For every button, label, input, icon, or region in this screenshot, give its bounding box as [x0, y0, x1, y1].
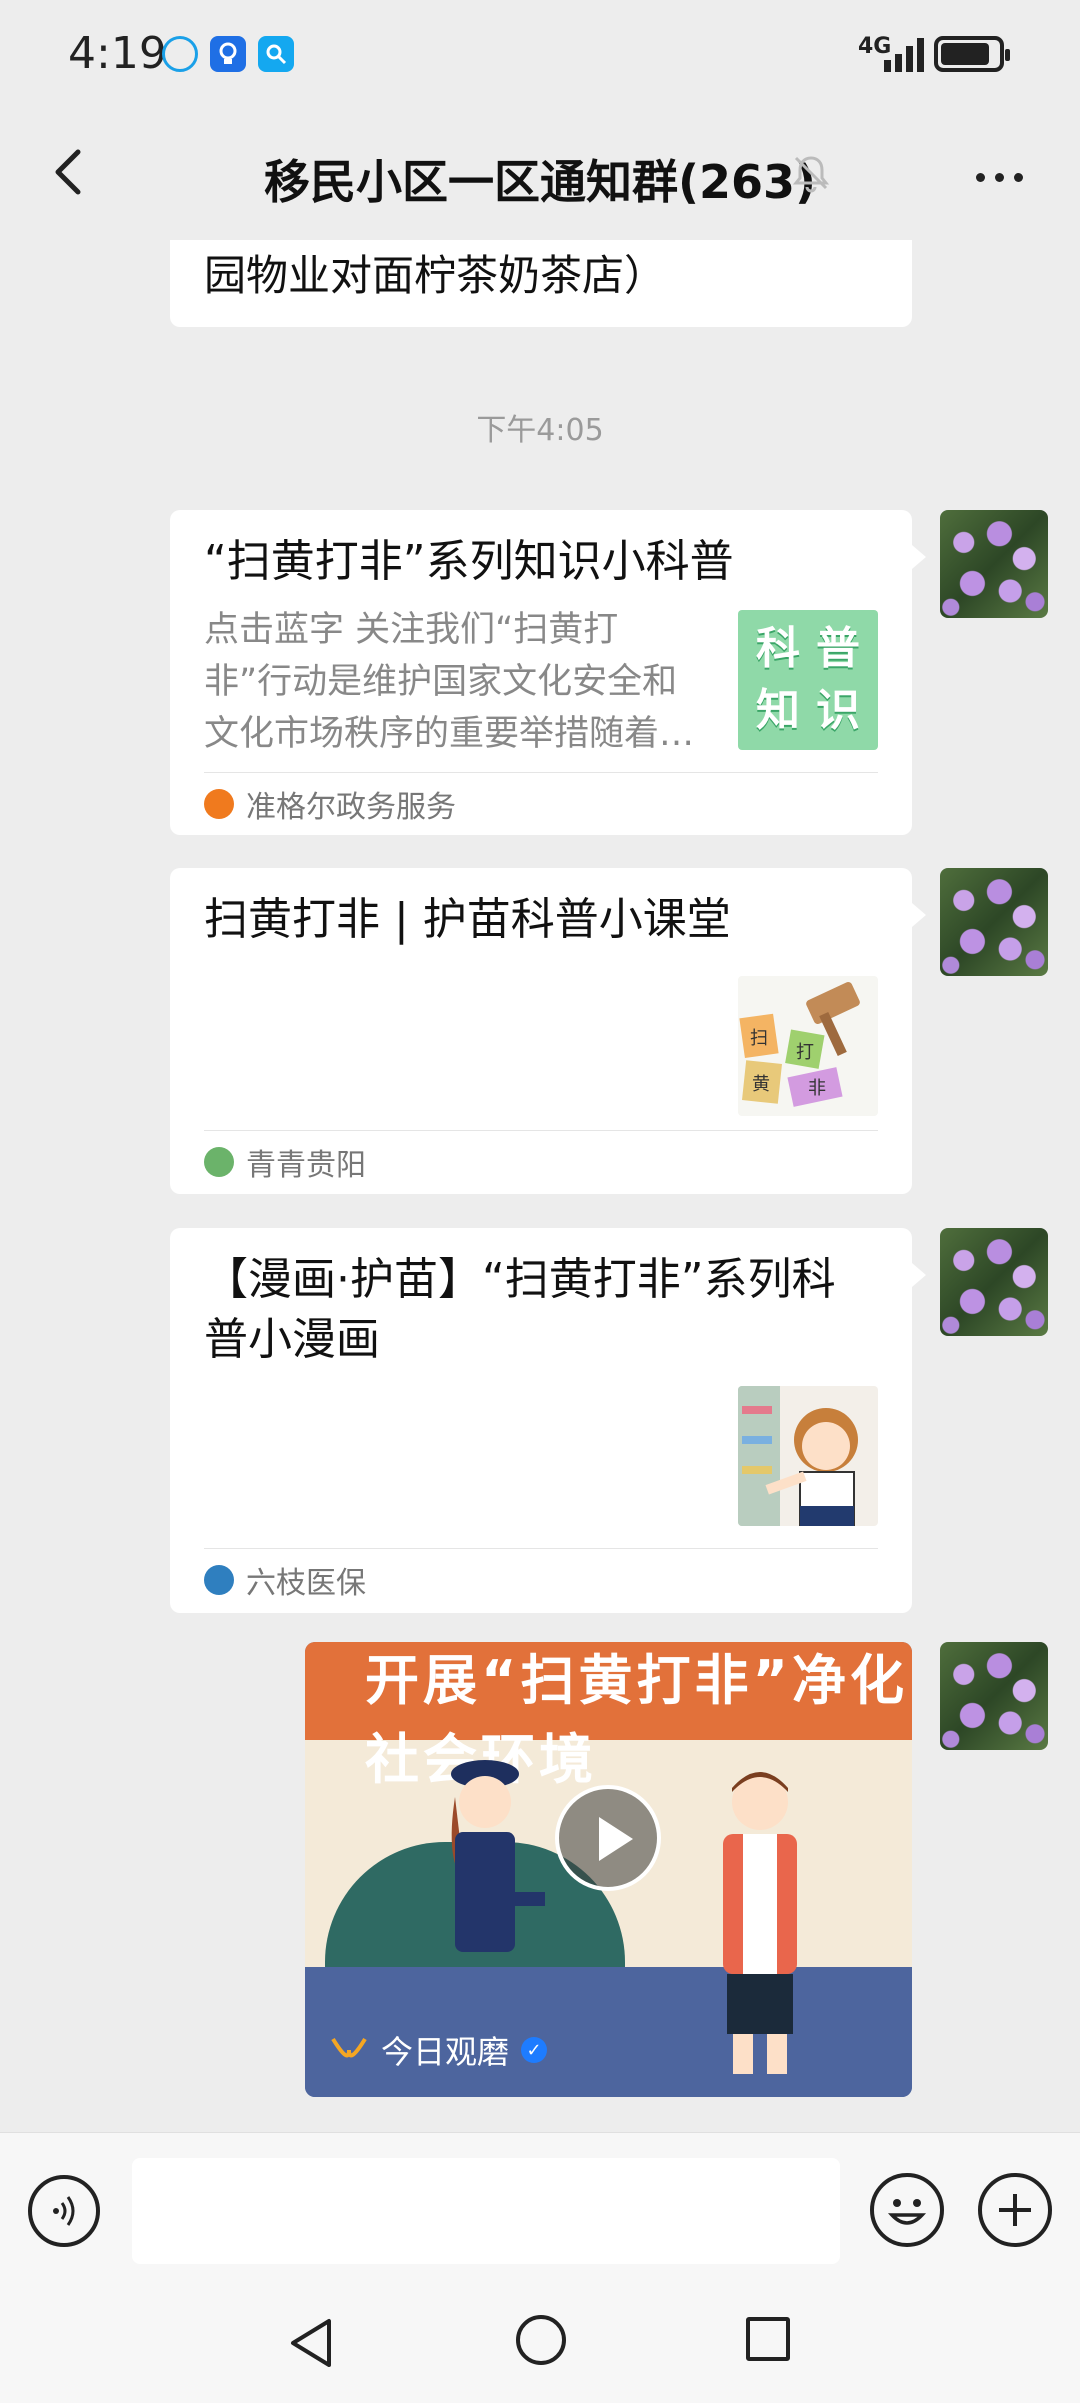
- article-description: 点击蓝字 关注我们“扫黄打非”行动是维护国家文化安全和文化市场秩序的重要举措随着…: [204, 610, 695, 754]
- plus-icon[interactable]: [978, 2173, 1052, 2247]
- source-name: 青青贵阳: [246, 1148, 366, 1183]
- cloud-icon: [162, 36, 198, 72]
- thumb-char: 扫: [750, 1028, 768, 1049]
- card-divider: [204, 1548, 878, 1549]
- card-divider: [204, 772, 878, 773]
- battery-icon: [934, 36, 1010, 72]
- card-divider: [204, 1130, 878, 1131]
- article-title: “扫黄打非”系列知识小科普: [204, 536, 734, 587]
- source-name: 准格尔政务服务: [246, 790, 456, 825]
- thumb-char: 识: [816, 685, 860, 736]
- status-bar: 4:19 4G: [0, 0, 1080, 110]
- bubble-tail: [912, 903, 926, 927]
- bell-off-icon: [790, 152, 832, 194]
- source-logo-icon: [204, 1565, 234, 1595]
- man-figure: [723, 1772, 797, 2074]
- article-card[interactable]: “扫黄打非”系列知识小科普 点击蓝字 关注我们“扫黄打非”行动是维护国家文化安全…: [170, 510, 912, 835]
- article-thumbnail: [738, 1386, 878, 1526]
- source-name: 六枝医保: [246, 1566, 366, 1601]
- signal-icon: [884, 36, 924, 72]
- lightbulb-icon: [210, 36, 246, 72]
- article-title: 【漫画·护苗】“扫黄打非”系列科普小漫画: [204, 1254, 836, 1365]
- bubble-tail: [912, 1263, 926, 1287]
- article-card[interactable]: 【漫画·护苗】“扫黄打非”系列科普小漫画 六枝医保: [170, 1228, 912, 1613]
- bubble-tail: [912, 545, 926, 569]
- article-thumbnail: 科 普 知 识: [738, 610, 878, 750]
- article-card[interactable]: 扫黄打非 | 护苗科普小课堂 扫 打 黄 非 青青贵阳: [170, 868, 912, 1194]
- article-thumbnail: 扫 打 黄 非: [738, 976, 878, 1116]
- system-nav-bar: [0, 2287, 1080, 2403]
- channel-logo-icon: [331, 2037, 367, 2058]
- article-title: 扫黄打非 | 护苗科普小课堂: [204, 894, 731, 945]
- thumb-char: 黄: [752, 1074, 770, 1095]
- officer-figure: [451, 1760, 545, 1952]
- message-list[interactable]: 园物业对面柠茶奶茶店） 下午4:05 “扫黄打非”系列知识小科普 点击蓝字 关注…: [0, 240, 1080, 2132]
- verified-icon: ✓: [521, 2037, 548, 2063]
- avatar[interactable]: [940, 1228, 1048, 1336]
- thumb-char: 非: [808, 1078, 826, 1099]
- avatar[interactable]: [940, 868, 1048, 976]
- input-bar: [0, 2132, 1080, 2287]
- video-channel: 今日观磨 ✓: [329, 2027, 548, 2073]
- source-logo-icon: [204, 789, 234, 819]
- status-time: 4:19: [68, 28, 167, 79]
- more-dots-icon[interactable]: [976, 162, 1032, 192]
- previous-message-text: 园物业对面柠茶奶茶店）: [204, 251, 667, 300]
- notification-icons: [162, 36, 294, 72]
- play-button[interactable]: [555, 1785, 661, 1891]
- search-app-icon: [258, 36, 294, 72]
- thumb-char: 打: [796, 1042, 814, 1063]
- chat-header: 移民小区一区通知群(263): [0, 110, 1080, 240]
- emoji-icon[interactable]: [870, 2173, 944, 2247]
- source-logo-icon: [204, 1147, 234, 1177]
- video-message[interactable]: 开展“扫黄打非”净化社会环境 今日观磨 ✓: [305, 1642, 912, 2097]
- message-timestamp: 下午4:05: [476, 413, 604, 448]
- nav-recent-icon[interactable]: [746, 2317, 790, 2361]
- previous-message-bubble[interactable]: 园物业对面柠茶奶茶店）: [170, 240, 912, 327]
- chat-title: 移民小区一区通知群(263): [263, 155, 817, 209]
- avatar[interactable]: [940, 510, 1048, 618]
- voice-icon[interactable]: [28, 2175, 100, 2247]
- video-banner: 开展“扫黄打非”净化社会环境: [305, 1642, 912, 1791]
- avatar[interactable]: [940, 1642, 1048, 1750]
- message-input[interactable]: [132, 2158, 840, 2264]
- article-source: 青青贵阳: [204, 1140, 366, 1184]
- thumb-char: 普: [816, 623, 860, 674]
- nav-home-icon[interactable]: [516, 2315, 566, 2365]
- nav-back-icon[interactable]: [285, 2315, 341, 2371]
- article-source: 六枝医保: [204, 1558, 366, 1602]
- channel-name: 今日观磨: [381, 2033, 510, 2071]
- article-source: 准格尔政务服务: [204, 782, 456, 826]
- thumb-char: 知: [756, 685, 800, 736]
- thumb-char: 科: [756, 623, 800, 674]
